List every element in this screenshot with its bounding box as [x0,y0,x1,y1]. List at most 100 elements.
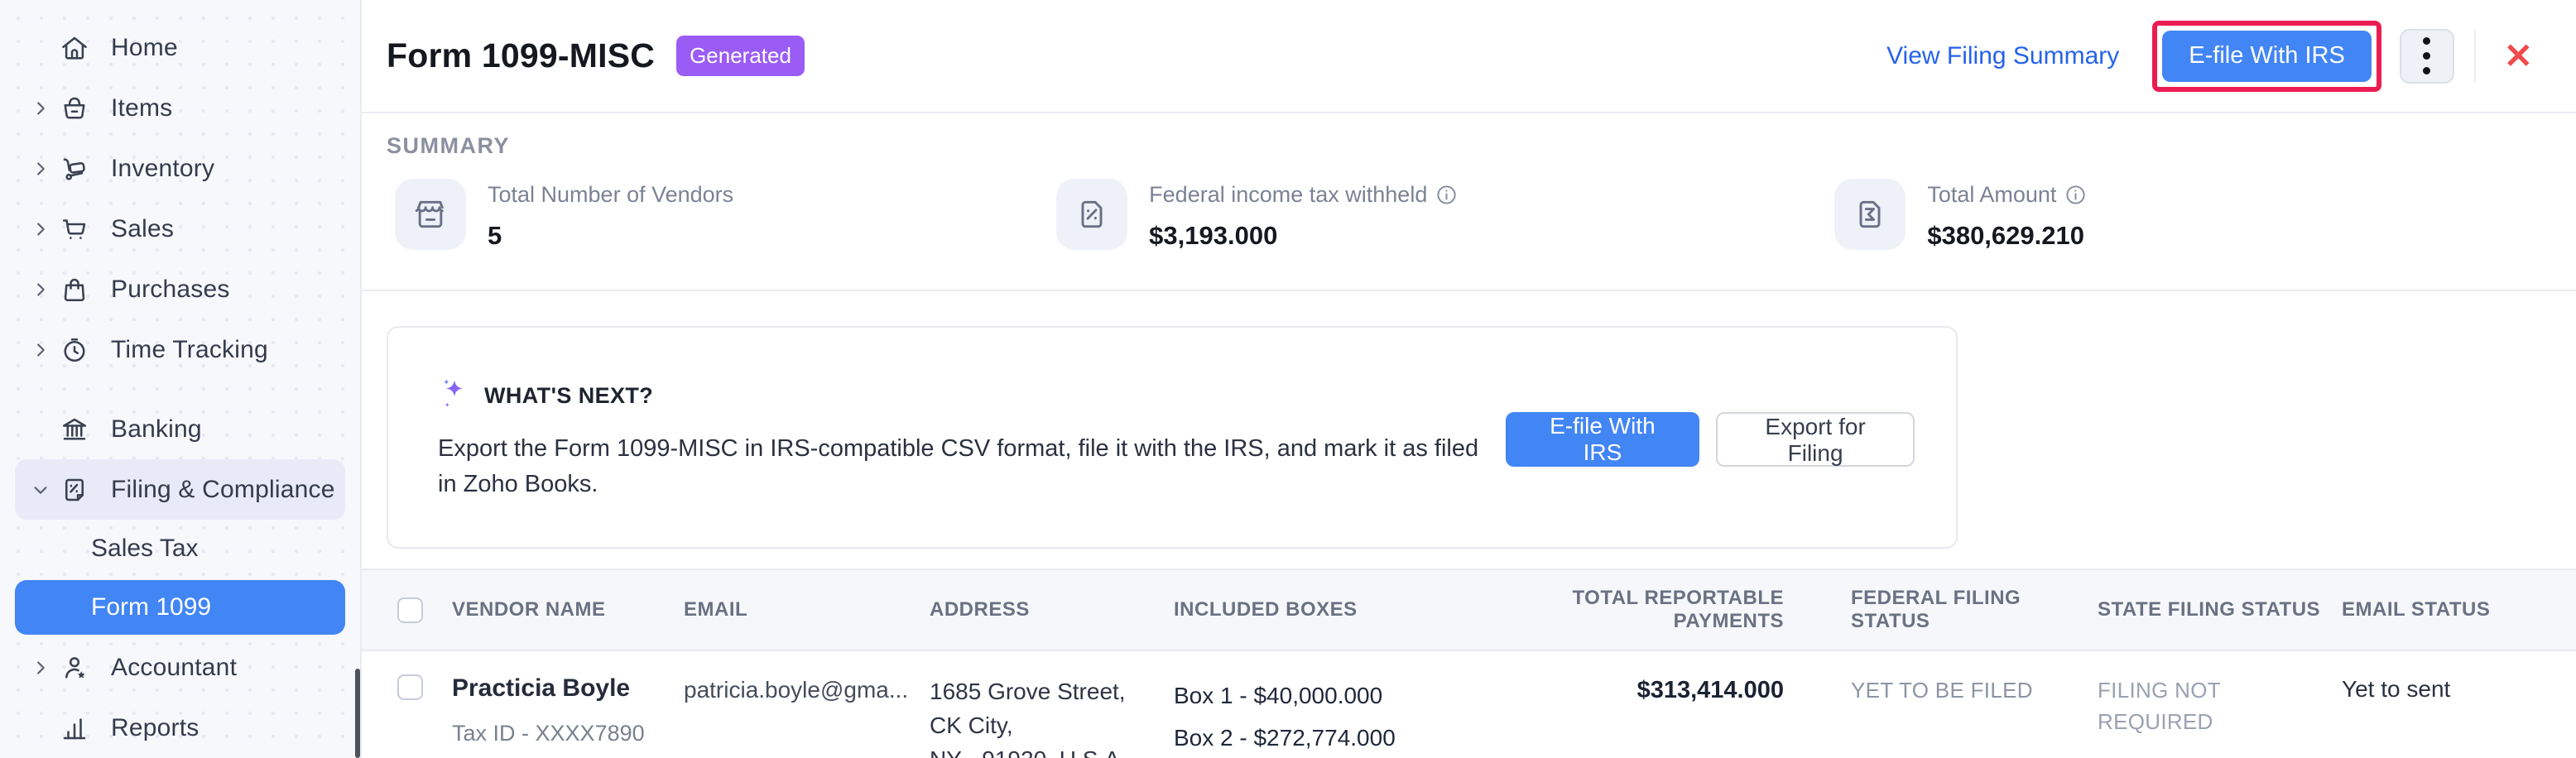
whats-next-wrapper: WHAT'S NEXT? Export the Form 1099-MISC i… [362,291,2576,549]
summary-card-label: Total Amount [1927,182,2087,208]
close-icon[interactable]: ✕ [2497,36,2540,77]
sidebar-item-home[interactable]: Home [0,17,360,78]
column-header-federal-filing-status: FEDERAL FILING STATUS [1784,587,2098,633]
vendor-email: patricia.boyle@gma... [684,674,930,703]
column-header-email: EMAIL [684,598,930,621]
select-all-cell [397,597,452,623]
vendors-table: VENDOR NAME EMAIL ADDRESS INCLUDED BOXES… [362,568,2576,758]
summary-heading: SUMMARY [387,133,2551,159]
column-header-vendor-name: VENDOR NAME [452,598,684,621]
sidebar-item-banking[interactable]: Banking [0,399,360,459]
whats-next-card: WHAT'S NEXT? Export the Form 1099-MISC i… [387,326,1958,549]
column-header-email-status: EMAIL STATUS [2342,598,2543,621]
sidebar-item-label: Home [111,34,178,62]
row-checkbox[interactable] [397,674,423,700]
page-header: Form 1099-MISC Generated View Filing Sum… [362,0,2576,113]
app-window: Home Items Inventory [0,0,2576,758]
sidebar-item-label: Sales [111,215,174,243]
whats-next-text: WHAT'S NEXT? Export the Form 1099-MISC i… [438,376,1481,502]
chevron-right-icon[interactable] [25,160,56,178]
sidebar-item-label: Reports [111,714,199,742]
column-header-included-boxes: INCLUDED BOXES [1174,598,1499,621]
kebab-menu-icon [2423,37,2430,74]
included-boxes-cell: Box 1 - $40,000.000 Box 2 - $272,774.000… [1174,674,1499,758]
accountant-icon [56,650,93,686]
sidebar-item-time-tracking[interactable]: Time Tracking [0,319,360,380]
chevron-right-icon[interactable] [25,281,56,299]
sparkle-icon [438,376,471,416]
storefront-icon [395,179,466,250]
reports-icon [56,710,93,746]
sidebar-item-label: Purchases [111,276,230,304]
sidebar-item-form-1099[interactable]: Form 1099 [15,580,345,635]
chevron-down-icon[interactable] [25,481,56,499]
chevron-right-icon[interactable] [25,659,56,677]
sidebar-item-label: Filing & Compliance [111,476,335,504]
efile-with-irs-secondary-button[interactable]: E-file With IRS [1506,412,1700,467]
purchases-bag-icon [56,271,93,308]
more-actions-button[interactable] [2400,29,2454,84]
sidebar-item-sales-tax[interactable]: Sales Tax [0,520,360,578]
sales-cart-icon [56,211,93,247]
column-header-address: ADDRESS [930,598,1174,621]
sidebar-item-label: Form 1099 [91,593,211,621]
sidebar-item-purchases[interactable]: Purchases [0,259,360,319]
sigma-icon [1834,179,1906,250]
view-filing-summary-link[interactable]: View Filing Summary [1886,42,2119,70]
total-reportable-payments: $313,414.000 [1499,674,1784,704]
vendor-tax-id: Tax ID - XXXX7890 [452,721,684,746]
email-status: Yet to sent [2342,674,2543,703]
select-all-checkbox[interactable] [397,597,423,623]
vendor-cell: Practicia Boyle Tax ID - XXXX7890 [452,674,684,746]
sidebar-item-label: Inventory [111,155,214,183]
filing-compliance-icon [56,472,93,508]
vendor-name[interactable]: Practicia Boyle [452,674,684,703]
summary-card-text: Total Number of Vendors 5 [488,179,733,251]
inventory-icon [56,151,93,187]
table-row[interactable]: Practicia Boyle Tax ID - XXXX7890 patric… [362,651,2576,758]
federal-filing-status: YET TO BE FILED [1784,674,2098,703]
summary-card-total-amount: Total Amount $380,629.210 [1834,179,2087,251]
summary-card-text: Federal income tax withheld $3,193.000 [1149,179,1458,251]
banking-icon [56,411,93,448]
table-header-row: VENDOR NAME EMAIL ADDRESS INCLUDED BOXES… [362,568,2576,651]
sidebar-item-inventory[interactable]: Inventory [0,138,360,199]
annotation-highlight-box: E-file With IRS [2152,21,2381,92]
summary-cards: Total Number of Vendors 5 Federal income… [387,179,2551,251]
sidebar-item-label: Accountant [111,654,237,682]
sidebar-item-items[interactable]: Items [0,78,360,138]
sidebar-item-filing-compliance[interactable]: Filing & Compliance [15,459,345,520]
summary-card-label: Total Number of Vendors [488,182,733,208]
chevron-right-icon[interactable] [25,220,56,238]
efile-with-irs-button[interactable]: E-file With IRS [2162,31,2372,82]
home-icon [56,30,93,66]
sidebar-item-reports[interactable]: Reports [0,698,360,758]
tax-document-icon [1056,179,1127,250]
chevron-right-icon[interactable] [25,99,56,118]
row-select-cell [397,674,452,700]
time-tracking-icon [56,332,93,368]
header-divider [2474,30,2476,83]
info-icon[interactable] [2064,184,2087,206]
summary-card-value: 5 [488,221,733,251]
chevron-right-icon[interactable] [25,341,56,359]
summary-card-label: Federal income tax withheld [1149,182,1458,208]
summary-section: SUMMARY Total Number of Vendors 5 [362,113,2576,291]
page-title: Form 1099-MISC [387,36,655,75]
info-icon[interactable] [1435,184,1458,206]
summary-card-text: Total Amount $380,629.210 [1927,179,2087,251]
whats-next-buttons: E-file With IRS Export for Filing [1506,412,1915,467]
items-icon [56,90,93,127]
summary-card-federal-tax: Federal income tax withheld $3,193.000 [1056,179,1458,251]
sidebar-item-label: Banking [111,415,202,444]
sidebar-item-label: Sales Tax [91,535,199,563]
sidebar-item-label: Items [111,94,172,122]
whats-next-heading: WHAT'S NEXT? [484,383,653,409]
sidebar-item-sales[interactable]: Sales [0,199,360,259]
export-for-filing-button[interactable]: Export for Filing [1716,412,1915,467]
sidebar-scrollbar[interactable] [355,669,360,758]
column-header-total-reportable-payments: TOTAL REPORTABLE PAYMENTS [1499,587,1784,633]
summary-card-total-vendors: Total Number of Vendors 5 [395,179,733,251]
sidebar-group-gap [0,380,360,399]
sidebar-item-accountant[interactable]: Accountant [0,637,360,698]
